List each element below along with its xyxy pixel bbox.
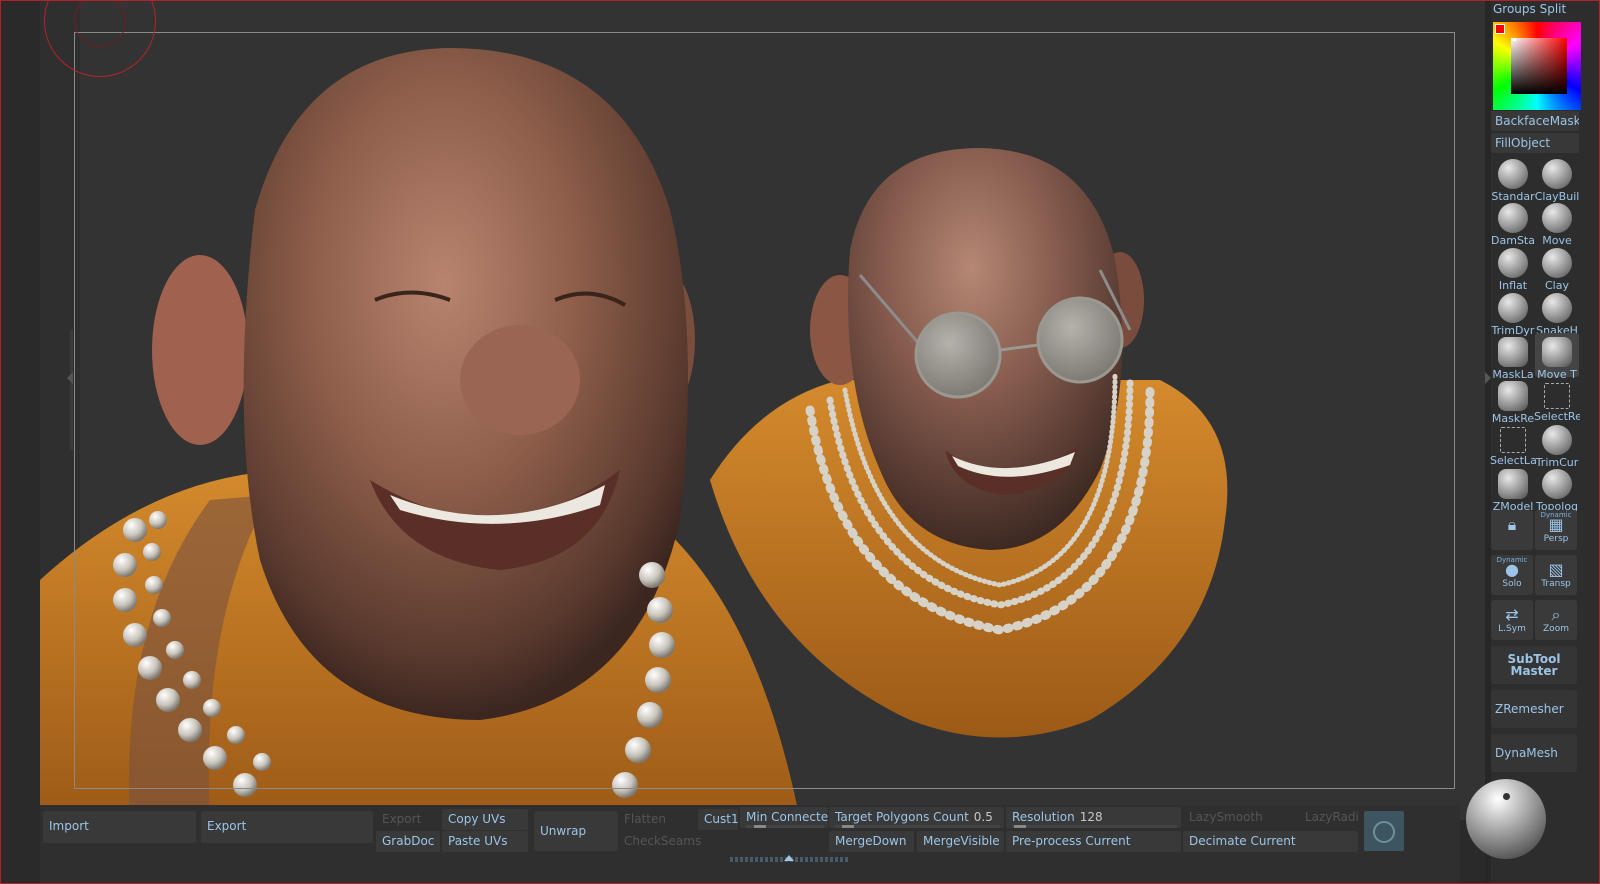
min-connected-knob[interactable] [754,825,766,828]
move-brush-icon [1542,203,1572,233]
lock-icon: 🔒︎ [1507,515,1517,534]
persp-button[interactable]: Dynamic ▦ Persp [1535,510,1577,550]
trimdynamic-brush-icon [1498,293,1528,323]
export-uv-button[interactable]: Export [376,809,440,830]
inflate-brush-icon [1498,248,1528,278]
topology-brush-icon [1542,469,1572,499]
zremesher-button[interactable]: ZRemesher [1491,690,1577,728]
brush-standard[interactable]: Standar [1491,155,1535,203]
masklasso-brush-icon [1498,337,1528,367]
cust1-button[interactable]: Cust1 [698,809,738,830]
trimcurve-brush-icon [1542,425,1572,455]
selectlasso-brush-icon [1500,427,1526,453]
copy-uvs-button[interactable]: Copy UVs [442,809,528,830]
brush-inflate[interactable]: Inflat [1491,244,1535,292]
claybuildup-brush-icon [1542,159,1572,189]
navigation-sphere-dot [1503,793,1510,800]
clay-brush-icon [1542,248,1572,278]
brush-snakehook[interactable]: SnakeH [1535,289,1579,337]
damstandard-brush-icon [1498,203,1528,233]
solo-button[interactable]: Dynamic ● Solo [1491,555,1533,595]
symmetry-arrows-icon: ⇄ [1505,605,1519,624]
viewport-canvas[interactable] [40,0,1485,820]
zoom-label: Zoom [1543,624,1569,634]
color-picker[interactable] [1493,22,1581,110]
brush-move-topological[interactable]: Move T [1535,333,1579,381]
decimate-current-button[interactable]: Decimate Current [1183,831,1358,852]
document-frame [74,32,1455,789]
brush-maskrect[interactable]: MaskRe [1491,377,1535,425]
expand-up-arrow-icon[interactable] [784,855,794,861]
brush-damstandard[interactable]: DamSta [1491,199,1535,247]
navigation-sphere[interactable] [1466,779,1546,859]
brush-zmodeler[interactable]: ZModel [1491,465,1535,513]
lazyradius-slider[interactable]: LazyRadius [1299,807,1359,828]
color-sv-square[interactable] [1511,38,1567,94]
solo-label: Solo [1502,579,1522,589]
snakehook-brush-icon [1542,293,1572,323]
persp-dynamic-tag: Dynamic [1540,511,1572,519]
lsym-label: L.Sym [1498,624,1526,634]
maskrect-brush-icon [1498,381,1528,411]
transp-label: Transp [1541,579,1571,589]
target-polygons-value: 0.5 [973,810,993,824]
subtool-master-line2: Master [1510,664,1558,678]
mergedown-button[interactable]: MergeDown [829,831,914,852]
brush-selectlasso[interactable]: SelectLa [1490,421,1536,467]
groups-split-button[interactable]: Groups Split [1493,2,1566,16]
unwrap-button[interactable]: Unwrap [534,811,618,851]
lock-camera-button[interactable]: 🔒︎ [1491,510,1533,550]
move-topological-brush-icon [1542,337,1572,367]
brush-claybuildup[interactable]: ClayBuil [1535,155,1579,203]
zmodeler-brush-icon [1498,469,1528,499]
grabdoc-button[interactable]: GrabDoc [376,831,440,852]
subtool-master-button[interactable]: SubTool Master [1491,646,1577,684]
brush-trimdynamic[interactable]: TrimDyr [1491,289,1535,337]
backface-mask-button[interactable]: BackfaceMask [1491,111,1579,131]
resolution-value: 128 [1079,810,1103,824]
brush-selectrect[interactable]: SelectRe [1534,377,1580,423]
zoom-button[interactable]: ⌕ Zoom [1535,600,1577,640]
transp-button[interactable]: ▧ Transp [1535,555,1577,595]
lsym-button[interactable]: ⇄ L.Sym [1491,600,1533,640]
export-button[interactable]: Export [201,811,373,843]
brush-topology[interactable]: Topolog [1535,465,1579,513]
dynamesh-button[interactable]: DynaMesh [1491,734,1577,772]
brush-trimcurve[interactable]: TrimCur [1535,421,1579,469]
mergevisible-button[interactable]: MergeVisible [917,831,1004,852]
target-polygons-label: Target Polygons Count [835,810,969,824]
flatten-button[interactable]: Flatten [618,809,698,830]
target-polygons-knob[interactable] [842,825,854,828]
brush-move[interactable]: Move [1535,199,1579,247]
persp-label: Persp [1543,534,1569,544]
standard-brush-icon [1498,159,1528,189]
bottom-shelf: Import Export Export Copy UVs GrabDoc Pa… [40,805,1460,884]
right-tray: Groups Split BackfaceMask FillObject Sta… [1485,0,1600,884]
preprocess-current-button[interactable]: Pre-process Current [1006,831,1181,852]
target-polygons-track[interactable] [835,825,1000,828]
transparency-icon: ▧ [1548,560,1564,579]
import-button[interactable]: Import [43,811,196,843]
checkseams-button[interactable]: CheckSeams [618,831,718,852]
color-swatch-marker [1495,24,1505,34]
record-ring-icon [1373,821,1395,843]
paste-uvs-button[interactable]: Paste UVs [442,831,528,852]
min-connected-label: Min Connected P [746,810,828,824]
solo-dynamic-tag: Dynamic [1496,556,1528,564]
fill-object-button[interactable]: FillObject [1491,133,1579,153]
resolution-label: Resolution [1012,810,1075,824]
resolution-track[interactable] [1012,825,1177,828]
record-button[interactable] [1364,811,1404,851]
brush-clay[interactable]: Clay [1535,244,1579,292]
selectrect-brush-icon [1544,383,1570,409]
color-sv-dot [1513,38,1516,41]
zoom-magnifier-icon: ⌕ [1551,605,1561,624]
lazysmooth-slider[interactable]: LazySmooth [1183,807,1273,828]
resolution-knob[interactable] [1014,825,1026,828]
brush-masklasso[interactable]: MaskLa [1491,333,1535,381]
